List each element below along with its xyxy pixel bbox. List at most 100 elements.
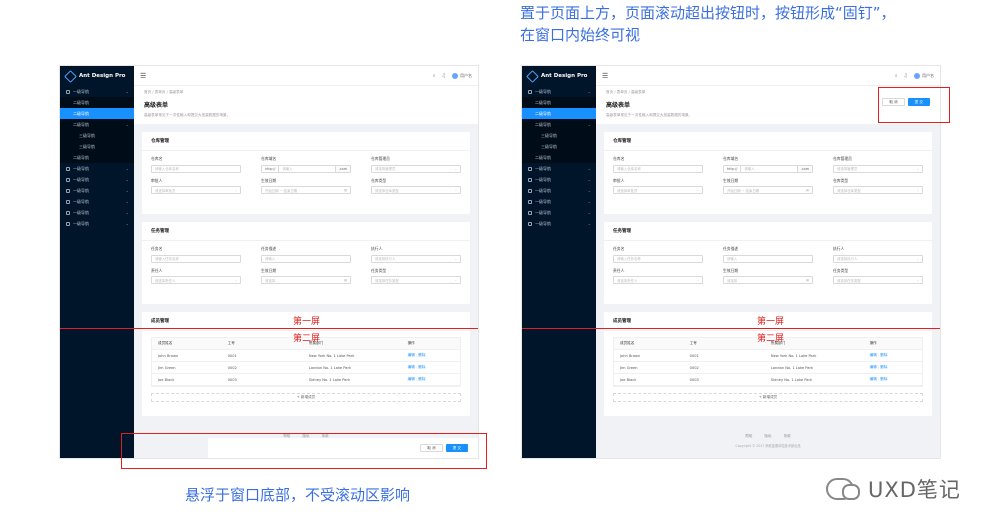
sidebar-item[interactable]: 一级导航 ⌄ — [522, 86, 596, 97]
app-logo[interactable]: Ant Design Pro — [60, 66, 134, 86]
field-placeholder: 请选择管理员 — [375, 167, 396, 171]
select-field[interactable]: 请选择执行人 ⌄ — [371, 254, 461, 263]
select-field[interactable]: 请选择责任人 ⌄ — [613, 276, 703, 284]
delete-link[interactable]: 删除 — [880, 353, 887, 357]
fold-line-right — [522, 328, 940, 329]
select-field[interactable]: 请选择执行人 ⌄ — [833, 254, 923, 263]
table-cell-id: 0001 — [227, 353, 237, 358]
bell-icon[interactable]: ♫ — [442, 73, 446, 79]
text-field[interactable]: 请输入仓库名称 — [151, 164, 241, 173]
sidebar-item[interactable]: 三级导航 — [522, 141, 596, 152]
edit-link[interactable]: 编辑 — [408, 353, 415, 357]
table-cell-name: Jim Green — [620, 365, 638, 370]
edit-link[interactable]: 编辑 — [870, 365, 877, 369]
chevron-down-icon: ⌄ — [125, 221, 129, 226]
sidebar-item[interactable]: 一级导航 ⌄ — [60, 185, 134, 196]
chevron-down-icon: ⌄ — [587, 210, 591, 215]
sidebar-item[interactable]: 一级导航 ⌄ — [522, 218, 596, 229]
sidebar-item-label: 一级导航 — [535, 187, 551, 193]
app-logo-text: Ant Design Pro — [541, 73, 588, 79]
select-field[interactable]: 请选择任务类型 ⌄ — [371, 276, 461, 284]
delete-link[interactable]: 删除 — [880, 377, 887, 381]
warehouse-card-title: 仓库管理 — [604, 132, 932, 151]
select-field[interactable]: 请选择管理员 ⌄ — [371, 164, 461, 173]
task-form: 任务名 请输入任务名称 任务描述 请输入 执行人 请选择执行人 ⌄ 责任人 请选择责任人 ⌄ 生效日… — [604, 241, 932, 289]
search-icon[interactable]: ⌕ — [433, 73, 436, 79]
text-field[interactable]: 请输入任务名称 — [613, 254, 703, 263]
edit-link[interactable]: 编辑 — [408, 365, 415, 369]
menu-fold-icon[interactable]: ☰ — [602, 72, 608, 80]
edit-link[interactable]: 编辑 — [870, 353, 877, 357]
app-logo[interactable]: Ant Design Pro — [522, 66, 596, 86]
date-range-field[interactable]: 开始日期 ~ 结束日期 ▦ — [261, 186, 351, 194]
highlight-bottom-bar — [121, 433, 487, 469]
sidebar-item[interactable]: 二级导航 ⌄ — [60, 119, 134, 130]
edit-link[interactable]: 编辑 — [870, 377, 877, 381]
sidebar-item[interactable]: 三级导航 — [60, 141, 134, 152]
edit-link[interactable]: 编辑 — [408, 377, 415, 381]
field-label: 任务描述 — [723, 246, 739, 251]
menu-fold-icon[interactable]: ☰ — [140, 72, 146, 80]
sidebar-item[interactable]: 二级导航 ⌄ — [522, 119, 596, 130]
add-member-button[interactable]: + 新增成员 — [151, 393, 461, 402]
text-field[interactable]: 请输入 — [261, 254, 351, 263]
form-item: 生效日期 请选择 ▦ — [261, 268, 351, 284]
select-field[interactable]: 请选择审批员 ⌄ — [151, 186, 241, 194]
date-range-field[interactable]: 开始日期 ~ 结束日期 ▦ — [723, 186, 813, 194]
delete-link[interactable]: 删除 — [418, 377, 425, 381]
text-field[interactable]: 请输入任务名称 — [151, 254, 241, 263]
sidebar-item[interactable]: 一级导航 ⌄ — [60, 163, 134, 174]
sidebar-item[interactable]: 一级导航 ⌄ — [522, 185, 596, 196]
user-menu[interactable]: 用户名 — [914, 72, 934, 79]
table-cell-name: Jim Green — [158, 365, 176, 370]
sidebar-item[interactable]: 二级导航 — [60, 97, 134, 108]
sidebar-item[interactable]: 三级导航 — [60, 130, 134, 141]
select-field[interactable]: 请选择责任人 ⌄ — [151, 276, 241, 284]
text-field[interactable]: http://请输入 .com — [723, 164, 813, 173]
sidebar-item[interactable]: 一级导航 ⌄ — [522, 163, 596, 174]
sidebar-item[interactable]: 一级导航 ⌄ — [60, 218, 134, 229]
select-field[interactable]: 请选择仓库类型 ⌄ — [371, 186, 461, 194]
footer-link[interactable]: 帮助 — [745, 434, 752, 439]
select-field[interactable]: 请选择仓库类型 ⌄ — [833, 186, 923, 194]
user-menu[interactable]: 用户名 — [452, 72, 472, 79]
delete-link[interactable]: 删除 — [418, 353, 425, 357]
column-header: 操作 — [407, 341, 415, 345]
sidebar-item-label: 一级导航 — [535, 165, 551, 171]
search-icon[interactable]: ⌕ — [895, 73, 898, 79]
delete-link[interactable]: 删除 — [418, 365, 425, 369]
bell-icon[interactable]: ♫ — [904, 73, 908, 79]
sidebar-menu: 一级导航 ⌄ 二级导航 二级导航 二级导航 ⌄ 三级导航 三级导航 二级导航 一级导航 ⌄ 一级导航 ⌄… — [60, 86, 134, 229]
field-placeholder: 请输入任务名称 — [617, 257, 641, 261]
sidebar-item[interactable]: 二级导航 — [60, 152, 134, 163]
text-field[interactable]: 请输入仓库名称 — [613, 164, 703, 173]
add-member-button[interactable]: + 新增成员 — [613, 393, 923, 402]
chevron-down-icon: ⌄ — [587, 221, 591, 226]
sidebar-item[interactable]: 一级导航 ⌄ — [522, 196, 596, 207]
sidebar-item[interactable]: 二级导航 — [522, 152, 596, 163]
select-field[interactable]: 请选择审批员 ⌄ — [613, 186, 703, 194]
sidebar-item[interactable]: 一级导航 ⌄ — [522, 207, 596, 218]
sidebar-item[interactable]: 一级导航 ⌄ — [60, 86, 134, 97]
sidebar-item[interactable]: 二级导航 — [522, 108, 596, 119]
select-field[interactable]: 请选择任务类型 ⌄ — [833, 276, 923, 284]
select-field[interactable]: 请选择管理员 ⌄ — [833, 164, 923, 173]
text-field[interactable]: 请输入 — [723, 254, 813, 263]
sidebar-item[interactable]: 三级导航 — [522, 130, 596, 141]
menu-item-icon — [66, 177, 70, 182]
sidebar-item[interactable]: 一级导航 ⌄ — [60, 207, 134, 218]
sidebar-item[interactable]: 二级导航 — [522, 97, 596, 108]
sidebar-item[interactable]: 二级导航 — [60, 108, 134, 119]
date-range-field[interactable]: 请选择 ▦ — [723, 276, 813, 284]
breadcrumb[interactable]: 首页 / 表单页 / 高级表单 — [144, 90, 468, 95]
warehouse-form: 仓库名 请输入仓库名称 仓库域名 http://请输入 .com 仓库管理员 请选择管理员 ⌄… — [604, 151, 932, 199]
delete-link[interactable]: 删除 — [880, 365, 887, 369]
sidebar-item[interactable]: 一级导航 ⌄ — [60, 196, 134, 207]
sidebar-item[interactable]: 一级导航 ⌄ — [60, 174, 134, 185]
footer-link[interactable]: 条款 — [784, 434, 791, 439]
sidebar-item-label: 三级导航 — [541, 143, 557, 149]
text-field[interactable]: http://请输入 .com — [261, 164, 351, 173]
date-range-field[interactable]: 请选择 ▦ — [261, 276, 351, 284]
sidebar-item[interactable]: 一级导航 ⌄ — [522, 174, 596, 185]
footer-link[interactable]: 隐私 — [764, 434, 771, 439]
